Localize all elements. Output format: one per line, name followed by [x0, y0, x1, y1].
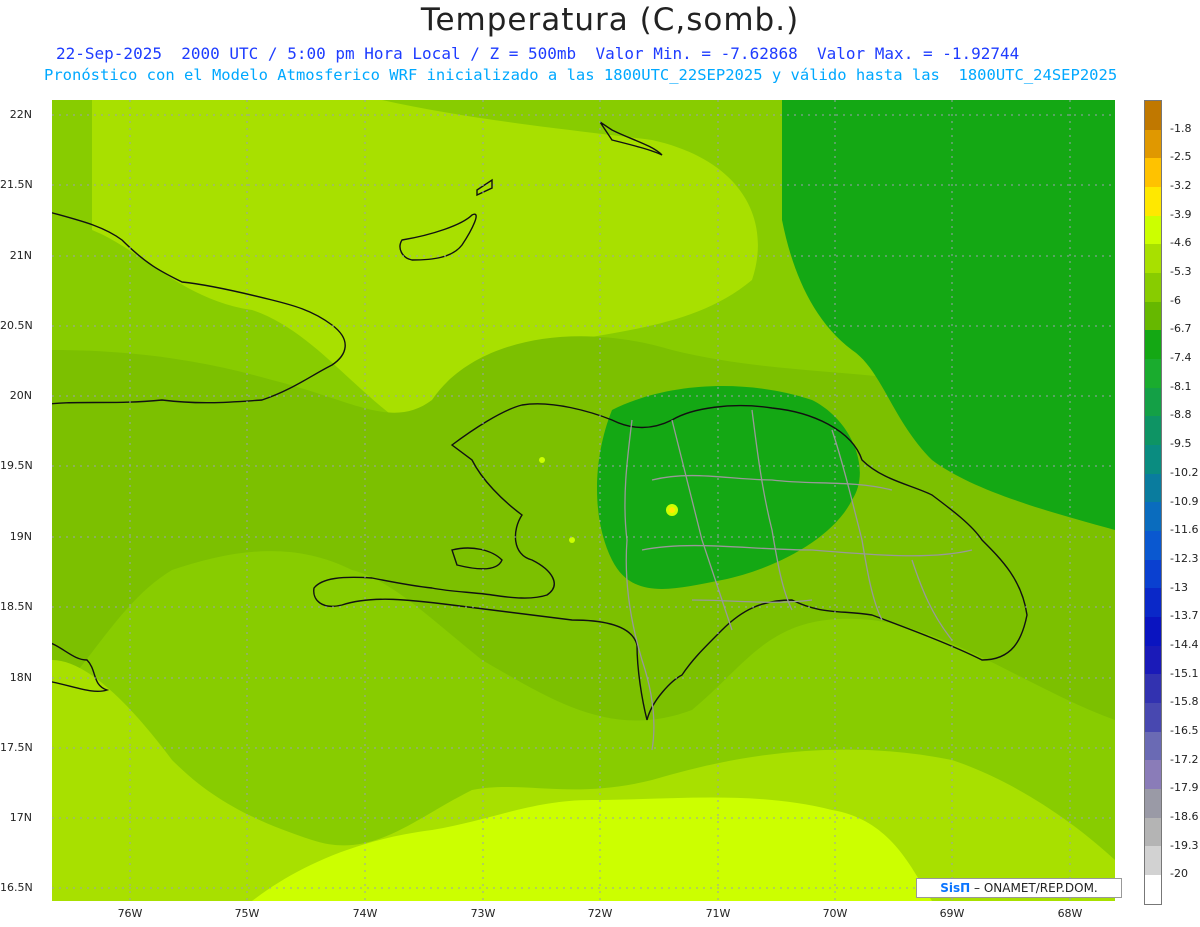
colorbar-label: -15.1 — [1170, 666, 1199, 680]
colorbar-cell — [1145, 330, 1161, 360]
lon-label: 69W — [939, 907, 965, 920]
lat-label: 19N — [9, 530, 32, 543]
colorbar-label: -13 — [1170, 580, 1188, 594]
lon-label: 71W — [705, 907, 731, 920]
colorbar-cell — [1145, 359, 1161, 388]
colorbar-label: -7.4 — [1170, 351, 1192, 365]
lat-label: 19.5N — [0, 459, 33, 472]
colorbar-cell — [1145, 215, 1161, 245]
lat-label: 17N — [9, 811, 32, 824]
colorbar-label: -8.1 — [1170, 379, 1192, 393]
lon-label: 75W — [234, 907, 260, 920]
temperature-map — [52, 100, 1115, 901]
lat-label: 20.5N — [0, 319, 33, 332]
colorbar — [1144, 100, 1162, 905]
colorbar-cell — [1145, 273, 1161, 302]
colorbar-cell — [1145, 588, 1161, 618]
colorbar-cell — [1145, 531, 1161, 560]
lat-label: 20N — [9, 389, 32, 402]
colorbar-cell — [1145, 817, 1161, 847]
colorbar-label: -17.9 — [1170, 781, 1199, 795]
lon-label: 70W — [822, 907, 848, 920]
warm-spot — [669, 507, 675, 513]
colorbar-label: -6.7 — [1170, 322, 1192, 336]
colorbar-label: -6 — [1170, 293, 1181, 307]
credit-brand: SisΠ — [940, 881, 971, 895]
colorbar-label: -2.5 — [1170, 150, 1192, 164]
colorbar-label: -10.2 — [1170, 465, 1199, 479]
colorbar-label: -17.2 — [1170, 752, 1199, 766]
warm-spot — [569, 537, 575, 543]
colorbar-cell — [1145, 101, 1161, 130]
colorbar-cell — [1145, 445, 1161, 474]
colorbar-label: -13.7 — [1170, 609, 1199, 623]
colorbar-cell — [1145, 846, 1161, 876]
colorbar-cell — [1145, 129, 1161, 159]
colorbar-label: -18.6 — [1170, 809, 1199, 823]
lat-label: 18.5N — [0, 600, 33, 613]
credit-org: – ONAMET/REP.DOM. — [974, 881, 1098, 895]
map-title: Temperatura (C,somb.) — [420, 2, 800, 38]
colorbar-label: -10.9 — [1170, 494, 1199, 508]
colorbar-label: -4.6 — [1170, 236, 1192, 250]
colorbar-cell — [1145, 760, 1161, 790]
lat-label: 21N — [9, 249, 32, 262]
lon-label: 72W — [587, 907, 613, 920]
colorbar-label: -3.2 — [1170, 179, 1192, 193]
colorbar-cell — [1145, 187, 1161, 216]
lat-label: 16.5N — [0, 881, 33, 894]
colorbar-label: -11.6 — [1170, 523, 1199, 537]
colorbar-cell — [1145, 301, 1161, 331]
colorbar-label: -9.5 — [1170, 437, 1192, 451]
colorbar-cell — [1145, 703, 1161, 732]
colorbar-label: -1.8 — [1170, 121, 1192, 135]
colorbar-cell — [1145, 416, 1161, 446]
colorbar-cell — [1145, 244, 1161, 274]
colorbar-cell — [1145, 674, 1161, 704]
subtitle-model-info: Pronóstico con el Modelo Atmosferico WRF… — [44, 66, 1118, 84]
colorbar-label: -8.8 — [1170, 408, 1192, 422]
colorbar-label: -14.4 — [1170, 637, 1199, 651]
colorbar-cell — [1145, 645, 1161, 675]
lon-label: 76W — [117, 907, 143, 920]
lat-label: 18N — [9, 671, 32, 684]
colorbar-label: -5.3 — [1170, 265, 1192, 279]
colorbar-label: -16.5 — [1170, 723, 1199, 737]
lon-label: 68W — [1057, 907, 1083, 920]
colorbar-label: -12.3 — [1170, 551, 1199, 565]
colorbar-label: -3.9 — [1170, 207, 1192, 221]
colorbar-cell — [1145, 617, 1161, 646]
colorbar-cell — [1145, 789, 1161, 818]
colorbar-cell — [1145, 158, 1161, 188]
credit-box: SisΠ – ONAMET/REP.DOM. — [916, 878, 1122, 898]
subtitle-date-range: 22-Sep-2025 2000 UTC / 5:00 pm Hora Loca… — [56, 44, 1020, 63]
colorbar-cell — [1145, 387, 1161, 417]
lat-label: 22N — [9, 108, 32, 121]
colorbar-label: -15.8 — [1170, 695, 1199, 709]
colorbar-label: -20 — [1170, 867, 1188, 881]
colorbar-cell — [1145, 502, 1161, 532]
lon-label: 74W — [352, 907, 378, 920]
colorbar-cell — [1145, 875, 1161, 904]
colorbar-cell — [1145, 731, 1161, 761]
warm-spot — [539, 457, 545, 463]
colorbar-label: -19.3 — [1170, 838, 1199, 852]
lon-label: 73W — [470, 907, 496, 920]
lat-label: 21.5N — [0, 178, 33, 191]
colorbar-cell — [1145, 559, 1161, 589]
colorbar-cell — [1145, 473, 1161, 503]
lat-label: 17.5N — [0, 741, 33, 754]
